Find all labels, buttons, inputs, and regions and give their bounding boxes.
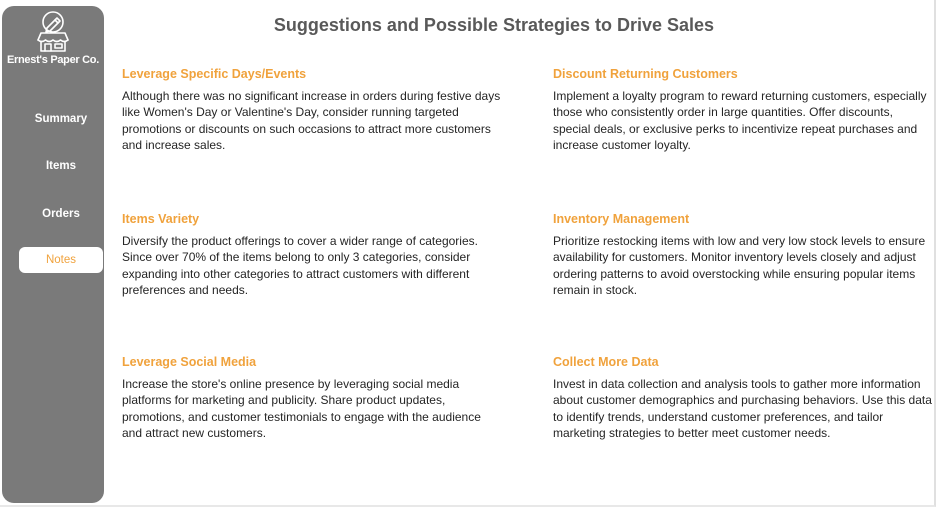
report-page: Ernest's Paper Co. Summary Items Orders … [0, 0, 936, 507]
card-title: Collect More Data [553, 355, 659, 369]
card-body: Prioritize restocking items with low and… [553, 234, 926, 297]
nav-orders[interactable]: Orders [19, 201, 103, 227]
sidebar: Ernest's Paper Co. Summary Items Orders … [2, 6, 104, 503]
strategy-card-social-media: Leverage Social Media Increase the store… [122, 355, 502, 441]
company-name: Ernest's Paper Co. [7, 54, 99, 66]
card-title: Items Variety [122, 212, 200, 226]
strategy-card-returning-customers: Discount Returning Customers Implement a… [553, 67, 933, 153]
card-body: Diversify the product offerings to cover… [122, 234, 478, 297]
card-title: Discount Returning Customers [553, 67, 738, 81]
page-title: Suggestions and Possible Strategies to D… [273, 15, 715, 35]
card-title: Leverage Specific Days/Events [122, 67, 307, 81]
card-body: Increase the store's online presence by … [122, 377, 481, 440]
card-body: Although there was no significant increa… [122, 89, 501, 152]
nav-items[interactable]: Items [19, 153, 103, 179]
strategy-card-collect-data: Collect More Data Invest in data collect… [553, 355, 933, 441]
strategy-card-inventory: Inventory Management Prioritize restocki… [553, 212, 933, 298]
card-body: Invest in data collection and analysis t… [553, 377, 932, 440]
nav-summary[interactable]: Summary [19, 106, 103, 132]
shop-pencil-icon [37, 11, 69, 52]
card-title: Inventory Management [553, 212, 690, 226]
strategy-card-events: Leverage Specific Days/Events Although t… [122, 67, 502, 153]
strategy-card-items-variety: Items Variety Diversify the product offe… [122, 212, 502, 298]
card-title: Leverage Social Media [122, 355, 257, 369]
card-body: Implement a loyalty program to reward re… [553, 89, 927, 152]
nav-notes[interactable]: Notes [19, 247, 103, 273]
